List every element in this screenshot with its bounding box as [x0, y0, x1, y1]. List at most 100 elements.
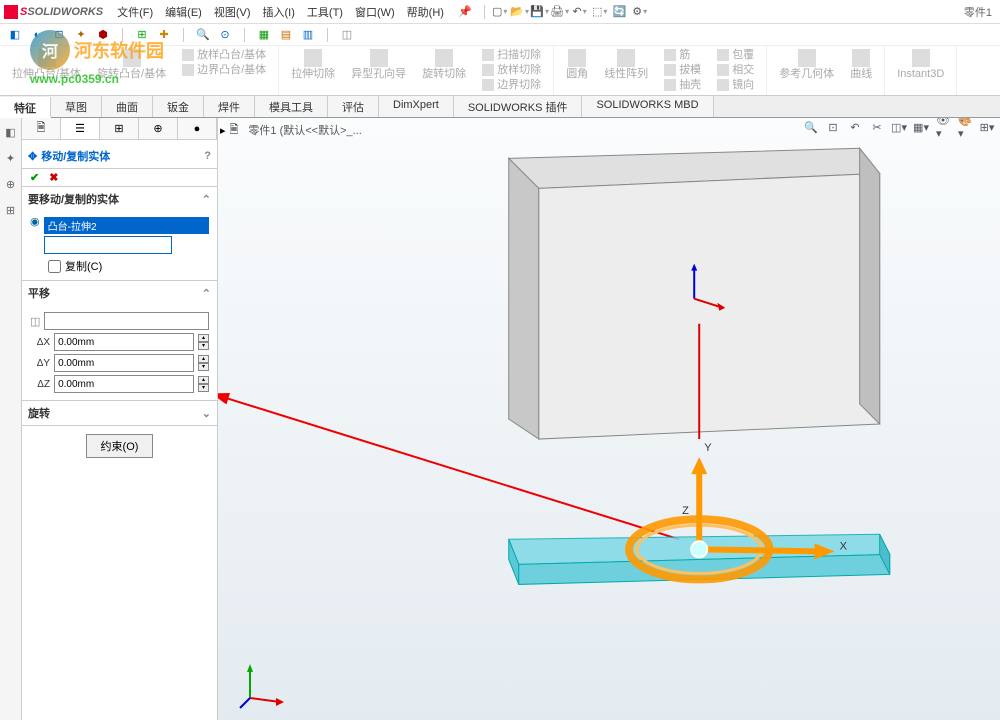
- constraint-button[interactable]: 约束(O): [86, 434, 154, 458]
- sidebar-tool-icon[interactable]: ◧: [3, 124, 19, 140]
- hide-show-icon[interactable]: 👁▾: [936, 120, 950, 134]
- fillet-button[interactable]: 圆角: [562, 48, 592, 94]
- ref-geometry-button[interactable]: 参考几何体: [775, 48, 838, 82]
- tool-icon[interactable]: ▥: [301, 28, 315, 42]
- tool-icon[interactable]: ◐: [30, 28, 44, 42]
- zoom-icon[interactable]: 🔍: [804, 120, 818, 134]
- tool-icon[interactable]: ⬢: [96, 28, 110, 42]
- reference-input[interactable]: [44, 312, 209, 330]
- tab-features[interactable]: 特征: [0, 97, 51, 118]
- dy-input[interactable]: [54, 354, 194, 372]
- section-icon[interactable]: ✂: [870, 120, 884, 134]
- hole-wizard-button[interactable]: 异型孔向导: [347, 48, 410, 94]
- boundary-cut-button[interactable]: 边界切除: [478, 78, 545, 93]
- spinner[interactable]: ▴▾: [198, 376, 209, 392]
- menu-insert[interactable]: 插入(I): [257, 2, 301, 22]
- rib-button[interactable]: 筋: [660, 48, 705, 63]
- undo-icon[interactable]: ↶▾: [573, 5, 587, 19]
- tab-weldments[interactable]: 焊件: [204, 96, 255, 117]
- tab-dimxpert[interactable]: DimXpert: [379, 96, 454, 117]
- tab-addins[interactable]: SOLIDWORKS 插件: [454, 96, 583, 117]
- open-icon[interactable]: 📂▾: [513, 5, 527, 19]
- tab-sheetmetal[interactable]: 钣金: [153, 96, 204, 117]
- selected-body[interactable]: 凸台-拉伸2: [44, 217, 209, 234]
- linear-pattern-button[interactable]: 线性阵列: [600, 48, 652, 94]
- tab-evaluate[interactable]: 评估: [328, 96, 379, 117]
- loft-boss-button[interactable]: 放样凸台/基体: [178, 48, 270, 63]
- intersect-button[interactable]: 相交: [713, 63, 758, 78]
- tab-sketch[interactable]: 草图: [51, 96, 102, 117]
- appearance-tab[interactable]: ●: [178, 118, 217, 139]
- section-header[interactable]: 旋转⌄: [22, 401, 217, 425]
- tool-icon[interactable]: ✦: [74, 28, 88, 42]
- selection-box[interactable]: [44, 236, 172, 254]
- draft-button[interactable]: 拔模: [660, 63, 705, 78]
- sidebar-tool-icon[interactable]: ✦: [3, 150, 19, 166]
- property-tab[interactable]: ☰: [61, 118, 100, 139]
- tool-icon[interactable]: ▦: [257, 28, 271, 42]
- sidebar-tool-icon[interactable]: ⊞: [3, 202, 19, 218]
- wrap-button[interactable]: 包覆: [713, 48, 758, 63]
- extrude-boss-button[interactable]: 拉伸凸台/基体: [8, 48, 85, 82]
- tab-surface[interactable]: 曲面: [102, 96, 153, 117]
- view-orientation-icon[interactable]: ◫▾: [892, 120, 906, 134]
- appearance-icon[interactable]: 🎨▾: [958, 120, 972, 134]
- extrude-cut-button[interactable]: 拉伸切除: [287, 48, 339, 94]
- options-icon[interactable]: ⚙▾: [633, 5, 647, 19]
- spinner[interactable]: ▴▾: [198, 334, 209, 350]
- print-icon[interactable]: 🖨▾: [553, 5, 567, 19]
- menu-edit[interactable]: 编辑(E): [159, 2, 208, 22]
- ribbon-group-modify: 圆角 线性阵列 筋 拔模 抽壳 包覆 相交 镜向: [554, 46, 767, 95]
- breadcrumb[interactable]: 零件1 (默认<<默认>_...: [242, 120, 367, 140]
- menu-window[interactable]: 窗口(W): [349, 2, 401, 22]
- loft-cut-button[interactable]: 放样切除: [478, 63, 545, 78]
- sweep-cut-button[interactable]: 扫描切除: [478, 48, 545, 63]
- section-header[interactable]: 要移动/复制的实体⌃: [22, 187, 217, 211]
- sidebar-tool-icon[interactable]: ⊕: [3, 176, 19, 192]
- prev-view-icon[interactable]: ↶: [848, 120, 862, 134]
- tool-icon[interactable]: ⊞: [135, 28, 149, 42]
- tool-icon[interactable]: 🔍: [196, 28, 210, 42]
- tree-tab[interactable]: 🗎: [22, 118, 61, 139]
- curves-button[interactable]: 曲线: [846, 48, 876, 82]
- tool-icon[interactable]: ⊡: [52, 28, 66, 42]
- help-icon[interactable]: ?: [204, 150, 211, 162]
- mirror-button[interactable]: 镜向: [713, 78, 758, 93]
- tab-moldtools[interactable]: 模具工具: [255, 96, 328, 117]
- view-triad[interactable]: [238, 660, 288, 710]
- tab-mbd[interactable]: SOLIDWORKS MBD: [582, 96, 713, 117]
- select-icon[interactable]: ⬚▾: [593, 5, 607, 19]
- menu-tools[interactable]: 工具(T): [301, 2, 349, 22]
- zoom-area-icon[interactable]: ⊡: [826, 120, 840, 134]
- revolve-cut-button[interactable]: 旋转切除: [418, 48, 470, 94]
- copy-checkbox[interactable]: 复制(C): [48, 258, 209, 274]
- tool-icon[interactable]: ⊙: [218, 28, 232, 42]
- tool-icon[interactable]: ✚: [157, 28, 171, 42]
- cancel-button[interactable]: ✖: [49, 171, 58, 184]
- instant3d-button[interactable]: Instant3D: [893, 48, 948, 82]
- viewport[interactable]: ▸ 🗎 零件1 (默认<<默认>_... 🔍 ⊡ ↶ ✂ ◫▾ ▦▾ 👁▾ 🎨▾…: [218, 118, 1000, 720]
- tool-icon[interactable]: ◫: [340, 28, 354, 42]
- spinner[interactable]: ▴▾: [198, 355, 209, 371]
- dx-input[interactable]: [54, 333, 194, 351]
- dz-input[interactable]: [54, 375, 194, 393]
- revolve-boss-button[interactable]: 旋转凸台/基体: [93, 48, 170, 82]
- new-icon[interactable]: ▢▾: [493, 5, 507, 19]
- display-style-icon[interactable]: ▦▾: [914, 120, 928, 134]
- ok-button[interactable]: ✔: [30, 171, 39, 184]
- boundary-boss-button[interactable]: 边界凸台/基体: [178, 63, 270, 78]
- pin-icon[interactable]: 📌: [458, 5, 472, 18]
- menu-help[interactable]: 帮助(H): [401, 2, 450, 22]
- scene-icon[interactable]: ⊞▾: [980, 120, 994, 134]
- dim-tab[interactable]: ⊕: [139, 118, 178, 139]
- section-header[interactable]: 平移⌃: [22, 281, 217, 305]
- menu-file[interactable]: 文件(F): [111, 2, 159, 22]
- tool-icon[interactable]: ▤: [279, 28, 293, 42]
- menu-view[interactable]: 视图(V): [208, 2, 257, 22]
- config-tab[interactable]: ⊞: [100, 118, 139, 139]
- shell-button[interactable]: 抽壳: [660, 78, 705, 93]
- tool-icon[interactable]: ◧: [8, 28, 22, 42]
- rebuild-icon[interactable]: 🔄: [613, 5, 627, 19]
- save-icon[interactable]: 💾▾: [533, 5, 547, 19]
- expand-icon[interactable]: ▸: [220, 124, 226, 137]
